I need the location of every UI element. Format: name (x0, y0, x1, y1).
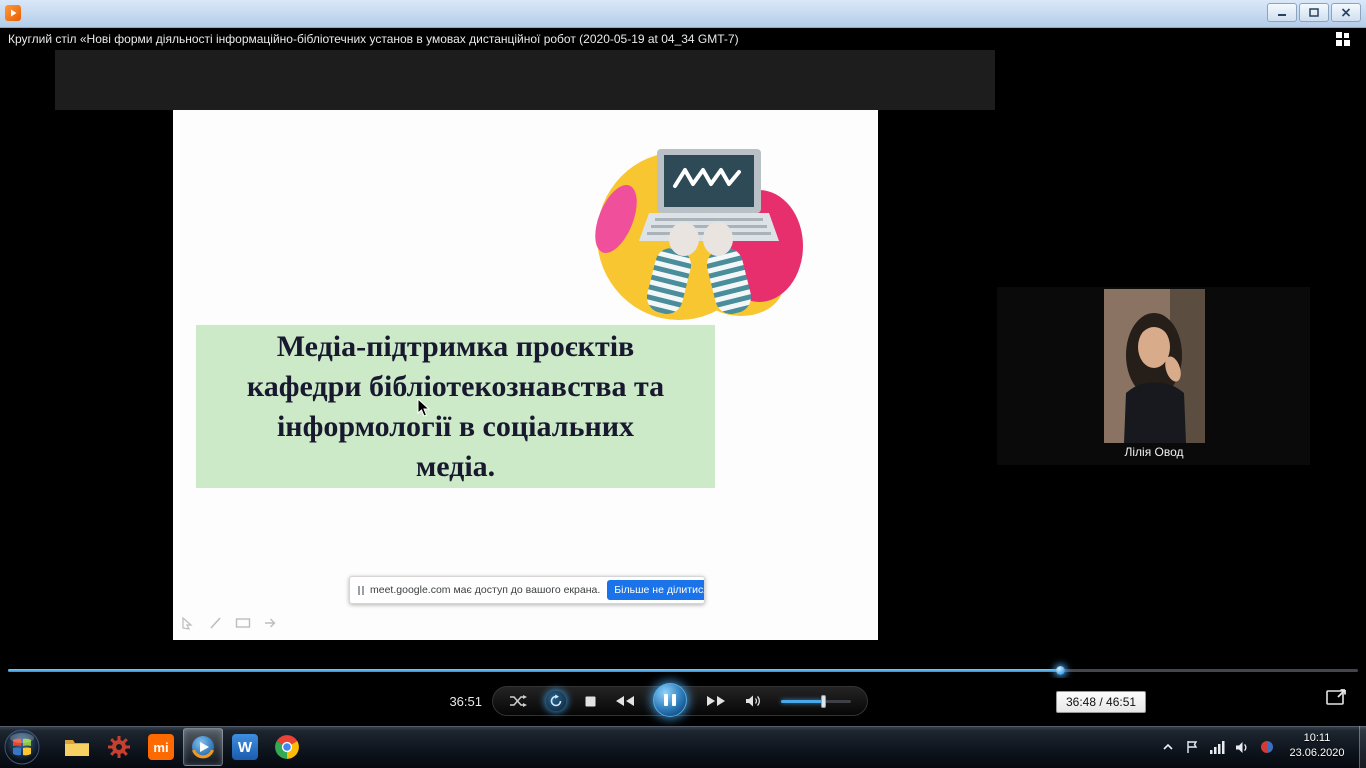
switch-to-library-icon[interactable] (1336, 32, 1352, 46)
stop-sharing-button[interactable]: Більше не ділитися (607, 580, 705, 600)
chrome-taskbar-button[interactable] (267, 728, 307, 766)
window-titlebar (0, 0, 1366, 28)
stop-button[interactable] (585, 696, 596, 707)
slide-title-box: Медіа-підтримка проєктів кафедри бібліот… (196, 325, 715, 488)
explorer-taskbar-button[interactable] (57, 728, 97, 766)
network-button[interactable] (1209, 741, 1225, 754)
laptop-typing-illustration (591, 144, 806, 329)
participant-name: Лілія Овод (1072, 445, 1236, 459)
settings-taskbar-button[interactable] (99, 728, 139, 766)
network-bars-icon (1209, 741, 1225, 754)
seek-bar[interactable] (0, 662, 1366, 678)
seek-progress (8, 669, 1061, 672)
rewind-button[interactable] (615, 695, 635, 707)
hidden-icons-button[interactable] (1161, 742, 1175, 752)
meet-sharing-bar: meet.google.com має доступ до вашого екр… (349, 576, 705, 604)
slide-title-line: інформології в соціальних (196, 407, 715, 447)
presentation-slide: Медіа-підтримка проєктів кафедри бібліот… (173, 110, 878, 640)
presenter-toolbar (181, 616, 278, 630)
slide-title-line: кафедри бібліотекознавства та (196, 367, 715, 407)
pause-sharing-icon[interactable] (358, 586, 364, 595)
taskbar: mi W (0, 726, 1366, 768)
video-playback-area: Медіа-підтримка проєктів кафедри бібліот… (0, 50, 1366, 660)
seek-thumb[interactable] (1056, 666, 1065, 675)
flag-icon (1185, 740, 1199, 754)
meet-sharing-message: meet.google.com має доступ до вашого екр… (370, 584, 600, 596)
start-button[interactable] (4, 729, 40, 765)
window-controls (1265, 3, 1361, 22)
media-player-icon (190, 734, 216, 760)
action-center-button[interactable] (1185, 740, 1199, 754)
next-slide-arrow-icon[interactable] (263, 616, 278, 630)
player-control-bar: 36:51 (0, 678, 1366, 726)
mi-icon: mi (148, 734, 174, 760)
fullscreen-button[interactable] (1326, 688, 1348, 711)
chevron-up-icon (1161, 742, 1175, 752)
volume-track[interactable] (781, 700, 851, 703)
mute-button[interactable] (745, 694, 762, 708)
volume-tray-button[interactable] (1235, 741, 1250, 754)
speaker-icon (1235, 741, 1250, 754)
tray-app-button[interactable] (1260, 740, 1274, 754)
clock-time: 10:11 (1280, 731, 1354, 746)
pause-icon (664, 694, 676, 706)
screen-icon[interactable] (235, 616, 251, 630)
webcam-tile: Лілія Овод (997, 287, 1310, 465)
pen-icon[interactable] (208, 616, 223, 630)
slide-title-line: медіа. (196, 447, 715, 487)
wps-writer-icon: W (232, 734, 258, 760)
clock-date: 23.06.2020 (1280, 746, 1354, 761)
minimize-button[interactable] (1267, 3, 1297, 22)
maximize-button[interactable] (1299, 3, 1329, 22)
close-button[interactable] (1331, 3, 1361, 22)
video-title-strip: Круглий стіл «Нові форми діяльності інфо… (0, 28, 1366, 50)
gear-icon (107, 735, 131, 759)
elapsed-time: 36:51 (420, 694, 482, 709)
shuffle-button[interactable] (509, 694, 527, 708)
folder-icon (64, 736, 90, 758)
seek-track[interactable] (8, 669, 1358, 672)
desktop: Круглий стіл «Нові форми діяльності інфо… (0, 0, 1366, 768)
participant-video (1104, 289, 1205, 443)
mouse-cursor (417, 398, 431, 418)
chrome-icon (274, 734, 300, 760)
seek-position-tooltip: 36:48 / 46:51 (1056, 691, 1146, 713)
fast-forward-button[interactable] (706, 695, 726, 707)
show-desktop-button[interactable] (1359, 726, 1366, 768)
system-tray (1161, 726, 1274, 768)
taskbar-app-buttons: mi W (56, 726, 308, 768)
transport-controls (492, 686, 868, 716)
mi-taskbar-button[interactable]: mi (141, 728, 181, 766)
pause-button[interactable] (653, 683, 687, 717)
wps-taskbar-button[interactable]: W (225, 728, 265, 766)
pointer-arrow-icon[interactable] (181, 616, 196, 630)
taskbar-clock[interactable]: 10:11 23.06.2020 (1280, 731, 1354, 761)
slide-title-line: Медіа-підтримка проєктів (196, 327, 715, 367)
repeat-button[interactable] (546, 691, 566, 711)
video-title: Круглий стіл «Нові форми діяльності інфо… (8, 28, 739, 50)
volume-handle[interactable] (821, 695, 826, 708)
volume-fill (781, 700, 824, 703)
tray-app-icon (1260, 740, 1274, 754)
media-player-taskbar-button[interactable] (183, 728, 223, 766)
media-player-app-icon (5, 5, 21, 21)
screen-share-background (55, 50, 995, 110)
volume-slider[interactable] (781, 695, 851, 708)
